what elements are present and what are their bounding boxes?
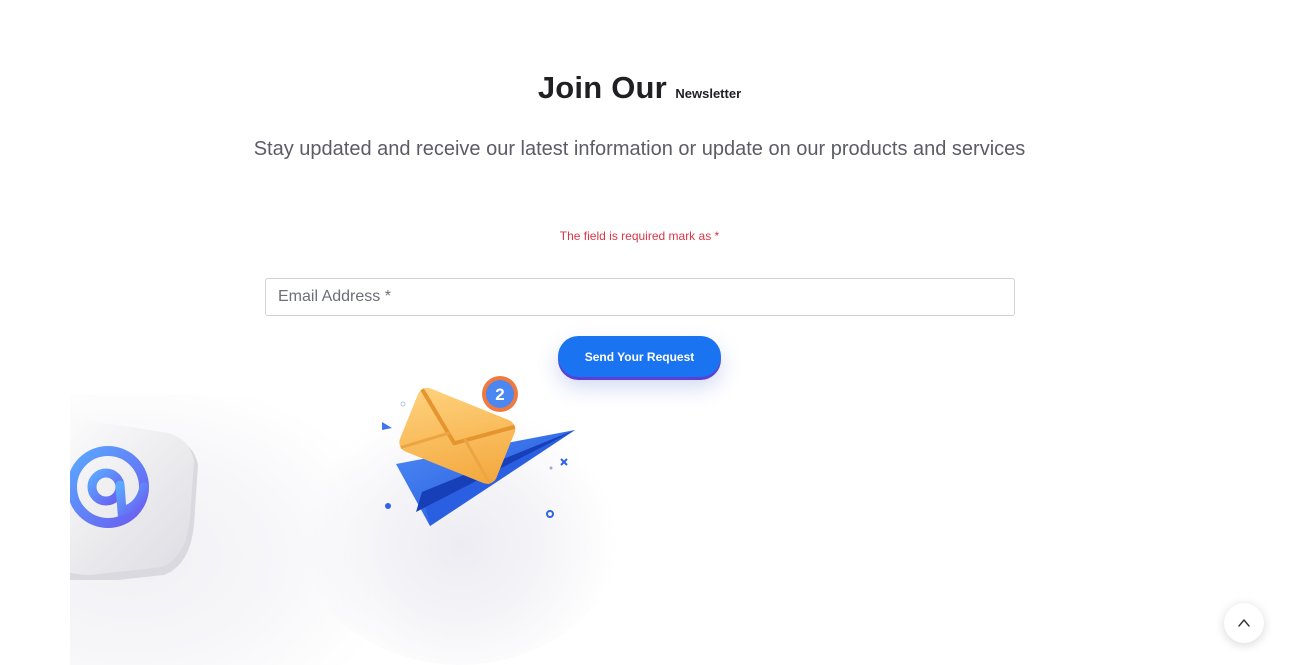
newsletter-page: Join Our Newsletter Stay updated and rec… <box>0 0 1291 665</box>
page-title: Join Our Newsletter <box>0 70 1279 106</box>
notification-badge: 2 <box>482 376 518 412</box>
subtitle: Stay updated and receive our latest info… <box>253 138 1026 160</box>
badge-count: 2 <box>495 385 504 404</box>
title-main: Join Our <box>537 70 667 105</box>
at-sign-icon <box>70 415 210 580</box>
required-note: The field is required mark as * <box>559 229 720 243</box>
chevron-up-icon <box>1238 619 1250 627</box>
title-sub: Newsletter <box>675 86 742 101</box>
scroll-to-top-button[interactable] <box>1224 603 1264 643</box>
newsletter-illustration: 2 <box>370 372 590 542</box>
send-request-button[interactable]: Send Your Request <box>558 336 721 377</box>
email-field[interactable] <box>265 278 1015 316</box>
